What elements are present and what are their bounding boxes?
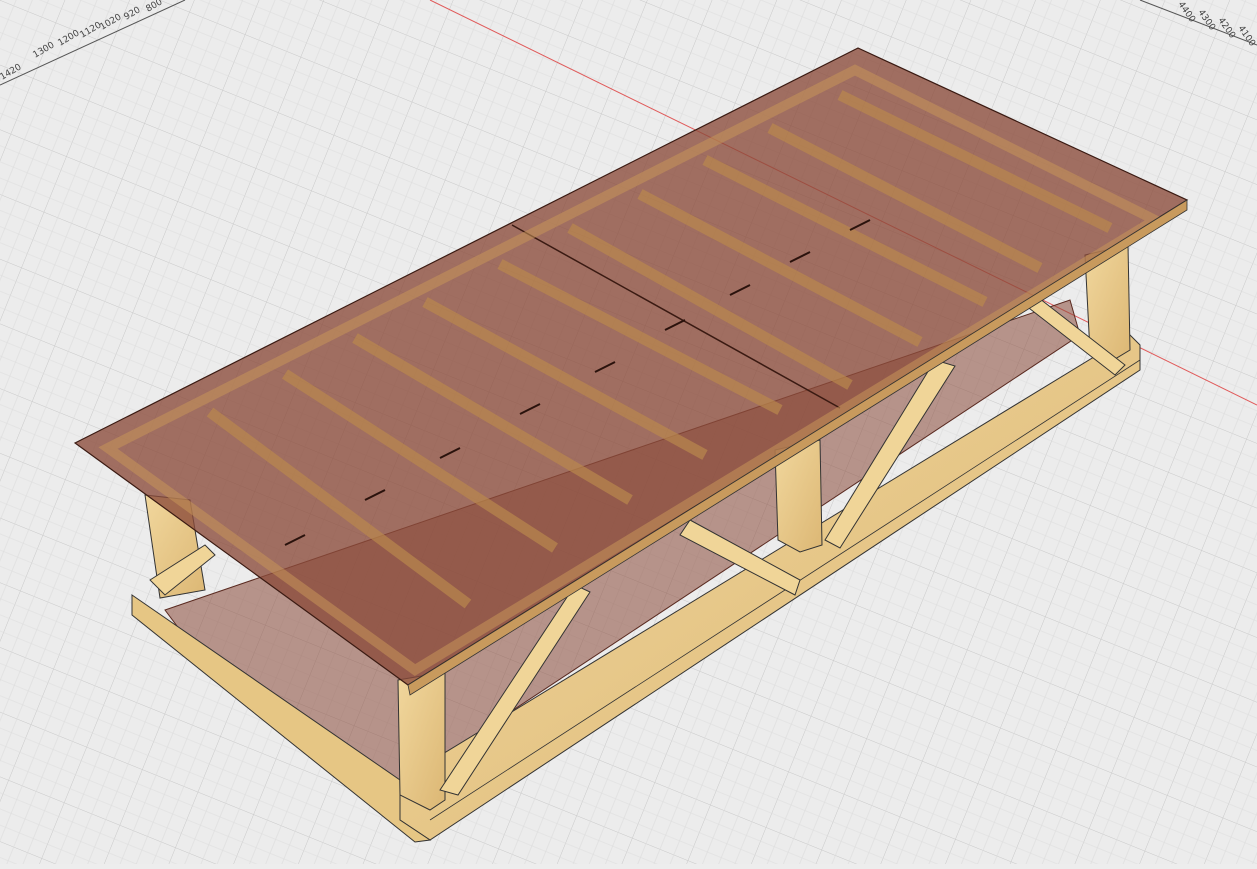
scene: 1420 1300 1200 1120 1020 920 800 4400 43… [0, 0, 1257, 864]
leg-front-left [397, 671, 446, 811]
3d-viewport[interactable]: 1420 1300 1200 1120 1020 920 800 4400 43… [0, 0, 1257, 864]
